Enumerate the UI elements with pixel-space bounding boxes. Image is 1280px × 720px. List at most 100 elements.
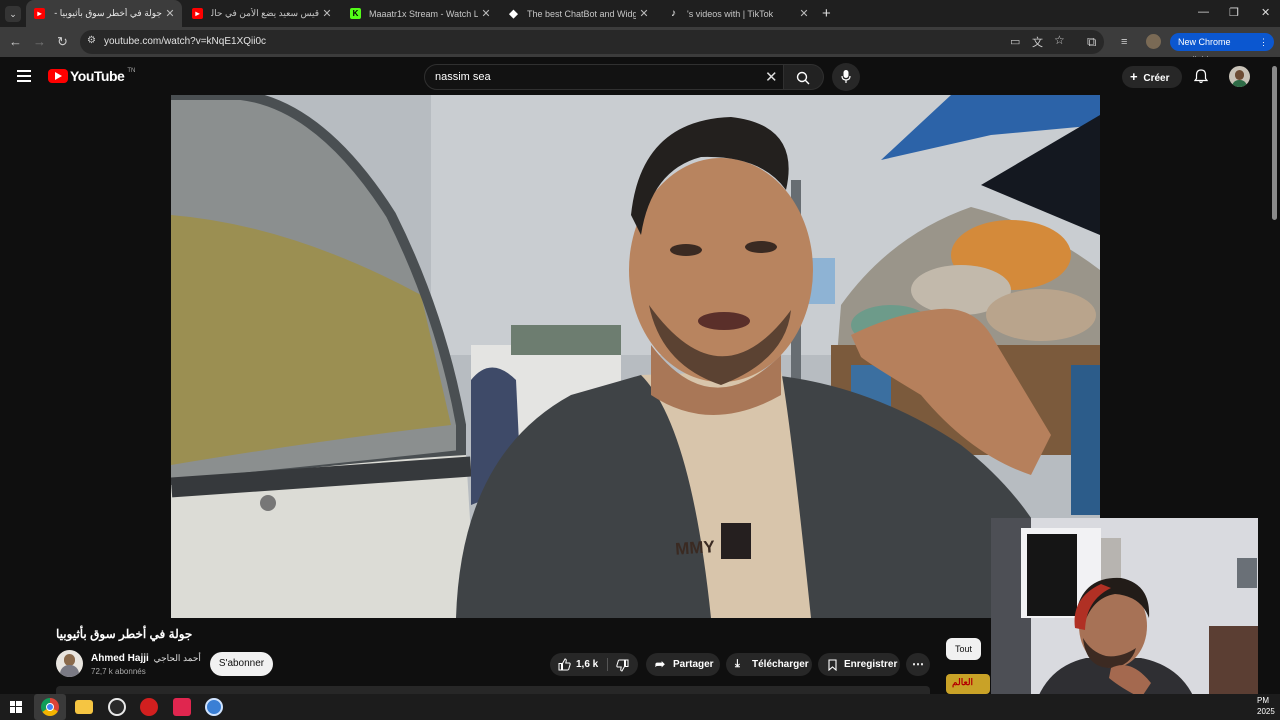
- like-dislike-group: 1,6 k: [550, 653, 638, 676]
- youtube-favicon-icon: ▸: [192, 8, 203, 19]
- new-tab-icon[interactable]: +: [822, 5, 831, 22]
- tab-4[interactable]: ◆ The best ChatBot and Widgets ✕: [500, 0, 656, 27]
- search-icon: [796, 71, 810, 85]
- like-button[interactable]: 1,6 k: [550, 653, 606, 676]
- diamond-favicon-icon: ◆: [509, 8, 518, 20]
- reload-icon[interactable]: ↻: [57, 34, 68, 50]
- tab-title: قيس سعيد يضع الأمن في حالة: [211, 8, 319, 18]
- tab-close-icon[interactable]: ✕: [162, 7, 178, 20]
- create-button[interactable]: + Créer: [1122, 66, 1182, 88]
- youtube-logo[interactable]: YouTube TN: [48, 68, 135, 84]
- youtube-play-icon: [48, 69, 68, 83]
- kick-favicon-icon: K: [350, 8, 361, 19]
- clock-date[interactable]: 2025: [1257, 707, 1275, 716]
- region-code: TN: [127, 68, 136, 74]
- extensions-icon[interactable]: ⧉: [1087, 34, 1096, 50]
- share-label: Partager: [673, 659, 714, 670]
- chrome-icon[interactable]: [41, 698, 59, 716]
- save-button[interactable]: Enregistrer: [818, 653, 900, 676]
- thumbs-down-icon[interactable]: [616, 659, 629, 672]
- page-scrollbar[interactable]: [1272, 66, 1277, 220]
- restore-icon[interactable]: ❐: [1229, 6, 1239, 19]
- share-button[interactable]: ➦ Partager: [646, 653, 720, 676]
- subscriber-count: 72,7 k abonnés: [91, 667, 146, 676]
- tab-close-icon[interactable]: ✕: [796, 7, 812, 20]
- pink-app-icon[interactable]: [173, 698, 191, 716]
- tab-close-icon[interactable]: ✕: [319, 7, 335, 20]
- file-explorer-icon[interactable]: [75, 700, 93, 714]
- forward-icon[interactable]: →: [33, 34, 46, 50]
- channel-name-arabic: أحمد الحاجي: [153, 653, 201, 663]
- thumbnail-text: العالم: [952, 677, 974, 687]
- account-avatar[interactable]: [1229, 66, 1250, 87]
- youtube-favicon-icon: ▸: [34, 8, 45, 19]
- tab-close-icon[interactable]: ✕: [478, 7, 494, 20]
- tab-title: The best ChatBot and Widgets: [527, 8, 636, 19]
- bookmark-star-icon[interactable]: ☆: [1054, 33, 1065, 47]
- search-input[interactable]: nassim sea: [435, 71, 491, 83]
- share-icon: ➦: [655, 657, 666, 671]
- close-window-icon[interactable]: ✕: [1261, 6, 1270, 19]
- more-icon: ⋯: [912, 657, 924, 671]
- video-frame: 7 MMY: [171, 95, 1100, 618]
- microphone-icon: [841, 70, 851, 83]
- more-actions-button[interactable]: ⋯: [906, 653, 930, 676]
- subscribe-label: S'abonner: [218, 658, 265, 669]
- tab-title: 's videos with | TikTok: [687, 8, 774, 19]
- site-info-icon[interactable]: ⚙: [87, 35, 96, 46]
- profile-avatar[interactable]: [1146, 34, 1161, 49]
- video-player[interactable]: 7 MMY: [171, 95, 1100, 618]
- minimize-icon[interactable]: —: [1198, 6, 1209, 18]
- clear-search-icon[interactable]: ✕: [765, 68, 778, 86]
- chip-all-label: Tout: [954, 644, 972, 654]
- start-button[interactable]: [10, 701, 22, 713]
- video-title: جولة في أخطر سوق بأثيوبيا: [56, 627, 193, 641]
- shirt-print-text: MMY: [675, 537, 717, 559]
- channel-avatar[interactable]: [56, 650, 83, 677]
- translate-icon[interactable]: 文: [1032, 34, 1043, 50]
- tab-2[interactable]: ▸ قيس سعيد يضع الأمن في حالة ✕: [184, 0, 339, 27]
- like-count: 1,6 k: [576, 659, 599, 670]
- webcam-frame: [991, 518, 1258, 720]
- new-chrome-available-button[interactable]: New Chrome available ⋮: [1170, 33, 1274, 65]
- blue-app-icon[interactable]: [205, 698, 223, 716]
- search-box[interactable]: nassim sea ✕: [424, 64, 784, 90]
- tab-title: Maaatr1x Stream - Watch Live: [369, 8, 478, 19]
- tab-search-button[interactable]: ⌄: [5, 6, 21, 22]
- windows-taskbar: PM 2025: [0, 694, 1280, 720]
- voice-search-button[interactable]: [832, 63, 860, 91]
- search-button[interactable]: [784, 64, 824, 90]
- tiktok-favicon-icon: ♪: [671, 8, 676, 19]
- clock-time[interactable]: PM: [1257, 696, 1269, 705]
- subscribe-button[interactable]: S'abonner: [210, 652, 273, 676]
- channel-name[interactable]: Ahmed Hajji: [91, 653, 149, 664]
- plus-icon: +: [1130, 69, 1138, 84]
- obs-icon[interactable]: [108, 698, 126, 716]
- cast-icon[interactable]: ▭: [1010, 35, 1020, 48]
- tab-3[interactable]: K Maaatr1x Stream - Watch Live ✕: [342, 0, 498, 27]
- tab-5[interactable]: ♪ 's videos with | TikTok ✕: [660, 0, 816, 27]
- download-icon: ⤓: [735, 658, 740, 670]
- tab-title: جولة في أخطر سوق بأثيوبيا -: [54, 8, 162, 18]
- tab-strip: ⌄ ▸ جولة في أخطر سوق بأثيوبيا - ✕ ▸ قيس …: [0, 0, 1280, 27]
- kebab-menu-icon[interactable]: ⋮: [1259, 33, 1268, 51]
- tab-close-icon[interactable]: ✕: [636, 7, 652, 20]
- red-app-icon[interactable]: [140, 698, 158, 716]
- notifications-bell-icon[interactable]: [1194, 69, 1208, 84]
- youtube-wordmark: YouTube: [70, 68, 125, 84]
- address-bar[interactable]: ⚙ youtube.com/watch?v=kNqE1XQii0c ▭ 文 ☆: [80, 30, 1104, 54]
- media-control-icon[interactable]: ≡: [1121, 34, 1127, 50]
- create-label: Créer: [1143, 73, 1170, 84]
- save-label: Enregistrer: [844, 659, 898, 670]
- description-box[interactable]: [56, 686, 930, 694]
- download-button[interactable]: ⤓ Télécharger: [726, 653, 812, 676]
- recommended-thumbnail[interactable]: العالم: [946, 674, 990, 694]
- download-label: Télécharger: [752, 659, 809, 670]
- back-icon[interactable]: ←: [9, 34, 22, 50]
- hamburger-menu-icon[interactable]: [17, 70, 31, 82]
- webcam-overlay: [991, 518, 1258, 720]
- tab-1[interactable]: ▸ جولة في أخطر سوق بأثيوبيا - ✕: [26, 0, 182, 27]
- channel-name-row[interactable]: Ahmed Hajji أحمد الحاجي: [91, 653, 201, 664]
- bookmark-icon: [828, 659, 837, 671]
- chip-all[interactable]: Tout: [946, 638, 981, 660]
